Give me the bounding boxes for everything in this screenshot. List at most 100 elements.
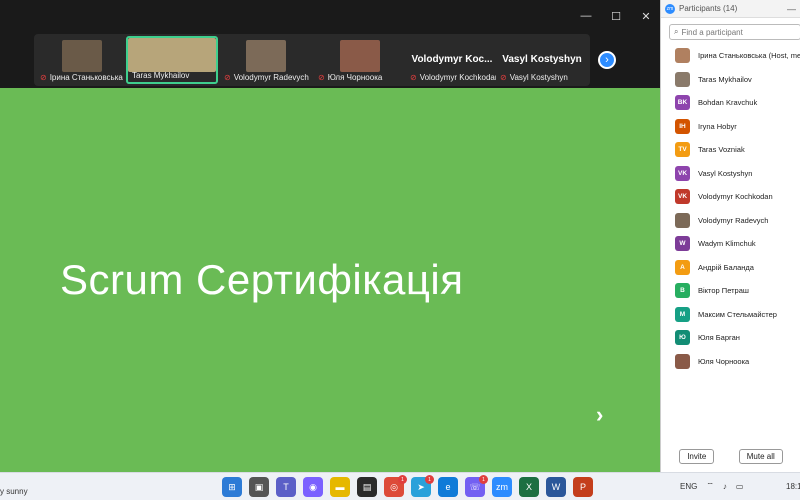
windows-taskbar: y sunny ⊞ ▣ T ◉ ▬ ▤ ◎ 1 ➤ 1 e ☏ 1 zm X W P ENG ⌔ ♪ ▭ 18:… [0,472,800,500]
chrome-icon[interactable]: ◎ 1 [384,475,407,497]
powerpoint-glyph: P [579,482,586,492]
participant-photo-avatar [675,212,690,228]
minimize-button[interactable]: — [580,10,592,23]
participant-name: Vasyl Kostyshyn [698,168,753,178]
store-glyph: ▤ [362,481,372,492]
mic-muted-icon: ⊘ [410,73,417,82]
mic-muted-icon: ⊘ [40,73,47,82]
notification-badge: 1 [425,475,434,484]
gallery-tile[interactable]: Vasyl Kostyshyn ⊘ Vasyl Kostyshyn [496,36,588,84]
copilot-icon[interactable]: ◉ [303,477,323,497]
viber-icon[interactable]: ☏ 1 [465,475,488,497]
window-controls: — ☐ ✕ [580,10,652,23]
participant-initials-avatar: Ю [675,330,690,346]
participant-name: Volodymyr Radevych [698,215,769,225]
tile-name: ⊘ Юля Чорноока [318,73,383,82]
shared-slide: Scrum Сертифікація › [0,88,660,472]
invite-button[interactable]: Invite [679,449,715,464]
windows-start-icon[interactable]: ⊞ [222,477,242,497]
language-indicator[interactable]: ENG [680,482,697,491]
slide-title: Scrum Сертифікація [60,256,464,303]
teams-glyph: T [283,482,289,492]
mic-muted-icon: ⊘ [224,73,231,82]
zoom-glyph: zm [496,482,508,492]
participant-item[interactable]: Taras Mykhailov [661,68,800,92]
explorer-icon[interactable]: ▬ [330,477,350,497]
participant-item[interactable]: TV Taras Vozniak [661,138,800,162]
edge-icon[interactable]: e [438,477,458,497]
participant-item[interactable]: М Максим Стельмайстер [661,303,800,327]
maximize-button[interactable]: ☐ [610,10,622,23]
telegram-glyph: ➤ [417,481,425,492]
tile-name: ⊘ Volodymyr Radevych [224,73,309,82]
participant-name: Volodymyr Kochkodan [698,192,773,202]
participant-item[interactable]: Ірина Станьковська (Host, me) [661,44,800,68]
mic-muted-icon: ⊘ [318,73,325,82]
gallery-tile[interactable]: ⊘ Юля Чорноока [314,36,406,84]
participant-item[interactable]: Volodymyr Radevych [661,209,800,233]
participant-name: Ірина Станьковська (Host, me) [698,51,800,61]
copilot-glyph: ◉ [309,481,317,492]
edge-glyph: e [445,482,451,492]
tile-name: ⊘ Vasyl Kostyshyn [500,73,568,82]
participant-item[interactable]: Юля Чорноока [661,350,800,374]
participant-item[interactable]: BK Bohdan Kravchuk [661,91,800,115]
gallery-tile[interactable]: ⊘ Volodymyr Radevych [220,36,312,84]
panel-minimize-button[interactable]: — [787,4,796,14]
gallery-tile[interactable]: Volodymyr Koc... ⊘ Volodymyr Kochkodan [406,36,498,84]
participant-item[interactable]: А Андрій Баланда [661,256,800,280]
word-icon[interactable]: W [546,477,566,497]
powerpoint-icon[interactable]: P [573,477,593,497]
participant-item[interactable]: VK Vasyl Kostyshyn [661,162,800,186]
zoom-meeting-window: — ☐ ✕ ⊘ Ірина Станьковська Taras Mykhailo… [0,0,660,472]
zoom-icon[interactable]: zm [492,477,512,497]
participant-item[interactable]: Ю Юля Барган [661,326,800,350]
participant-name: Bohdan Kravchuk [698,98,758,108]
participant-item[interactable]: VK Volodymyr Kochkodan [661,185,800,209]
participant-search[interactable]: ⌕ Find a participant [669,24,800,40]
participants-title: Participants (14) [679,4,738,13]
close-button[interactable]: ✕ [640,10,652,23]
slide-next-arrow-icon[interactable]: › [596,402,603,428]
gallery-tile-active-speaker[interactable]: Taras Mykhailov [126,36,218,84]
taskbar-clock[interactable]: 18:1 [786,482,800,491]
participant-name: Iryna Hobyr [698,121,737,131]
screen: — ☐ ✕ ⊘ Ірина Станьковська Taras Mykhailo… [0,0,800,500]
participant-item[interactable]: IH Iryna Hobyr [661,115,800,139]
weather-widget[interactable]: y sunny [0,487,28,496]
tile-name: ⊘ Ірина Станьковська [40,73,123,82]
windows-start-glyph: ⊞ [228,481,236,492]
store-icon[interactable]: ▤ [357,477,377,497]
participant-item[interactable]: W Wadym Klimchuk [661,232,800,256]
participant-initials-avatar: BK [675,95,690,111]
gallery-next-button[interactable]: › [598,51,616,69]
panel-footer: Invite Mute all [661,449,800,464]
search-placeholder: Find a participant [681,27,743,37]
viber-glyph: ☏ [469,481,481,492]
participant-initials-avatar: VK [675,165,690,181]
participant-name: Taras Vozniak [698,145,745,155]
participant-initials-avatar: VK [675,189,690,205]
participants-header: zm Participants (14) — [661,0,800,18]
excel-icon[interactable]: X [519,477,539,497]
participant-item[interactable]: В Віктор Петраш [661,279,800,303]
chrome-glyph: ◎ [390,481,398,492]
gallery-strip: ⊘ Ірина Станьковська Taras Mykhailov ⊘ Vol… [34,34,590,86]
mute-all-button[interactable]: Mute all [738,449,783,464]
gallery-tile[interactable]: ⊘ Ірина Станьковська [36,36,128,84]
excel-glyph: X [525,482,532,492]
task-view-icon[interactable]: ▣ [249,477,269,497]
volume-icon[interactable]: ♪ [723,482,727,491]
participant-video [128,38,216,72]
tile-display-name: Volodymyr Koc... [411,54,493,65]
participant-video [246,40,286,72]
wifi-icon[interactable]: ⌔ [706,481,714,491]
participant-video [62,40,102,72]
battery-icon[interactable]: ▭ [736,482,744,491]
telegram-icon[interactable]: ➤ 1 [411,475,434,497]
teams-icon[interactable]: T [276,477,296,497]
participant-photo-avatar [675,353,690,369]
participant-initials-avatar: TV [675,142,690,158]
participant-initials-avatar: W [675,236,690,252]
notification-badge: 1 [479,475,488,484]
